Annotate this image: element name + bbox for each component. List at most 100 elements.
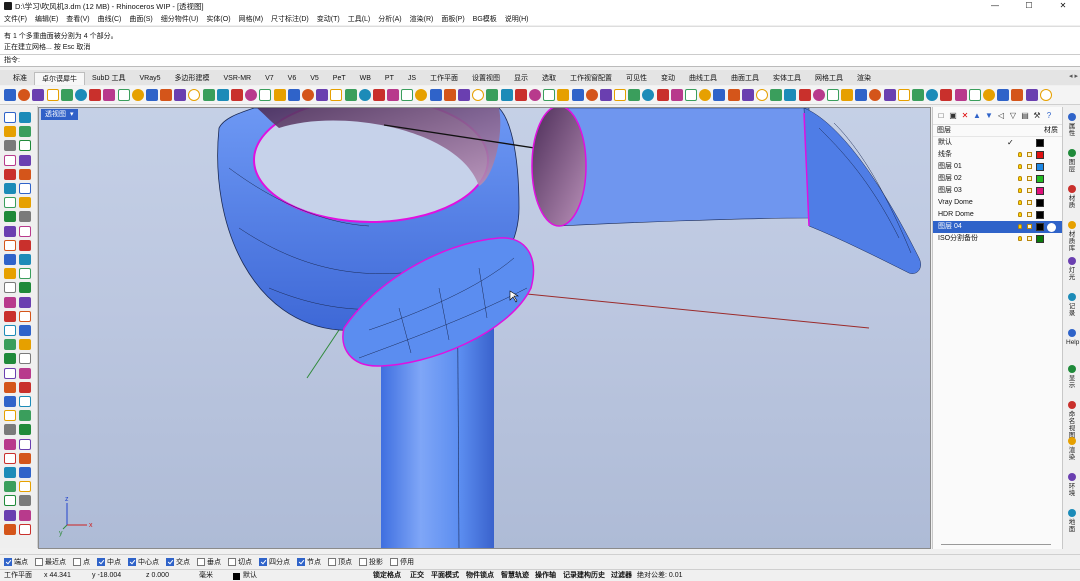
layer-color-swatch[interactable]: [1036, 199, 1044, 207]
maximize-button[interactable]: ☐: [1012, 0, 1046, 12]
layer-row[interactable]: 图层 04: [933, 221, 1062, 233]
close-button[interactable]: ✕: [1046, 0, 1080, 12]
left-tool-icon[interactable]: [4, 452, 16, 464]
left-tool-icon[interactable]: [4, 225, 16, 237]
toolbar-tool-icon[interactable]: [4, 89, 16, 101]
left-tool-icon[interactable]: [4, 154, 16, 166]
toolbar-tool-icon[interactable]: [330, 89, 343, 101]
toolbar-tool-icon[interactable]: [727, 89, 740, 101]
toolbar-tool-icon[interactable]: [231, 89, 243, 101]
move-down-icon[interactable]: ▼: [985, 111, 993, 120]
toolbar-tool-icon[interactable]: [642, 89, 655, 101]
left-tool-icon[interactable]: [4, 410, 16, 422]
toolbar-tool-icon[interactable]: [940, 89, 953, 101]
left-tool-icon[interactable]: [19, 367, 31, 379]
move-out-icon[interactable]: ◁: [997, 111, 1005, 120]
layer-tools-icon[interactable]: ▤: [1021, 111, 1029, 120]
osnap-checkbox[interactable]: [197, 557, 205, 566]
toolbar-tool-icon[interactable]: [358, 89, 371, 101]
model-scene[interactable]: z x y: [39, 108, 931, 549]
lock-icon[interactable]: [1027, 188, 1032, 193]
tab-solid-tools[interactable]: 实体工具: [766, 72, 808, 85]
layer-color-swatch[interactable]: [1036, 235, 1044, 243]
viewport-title-tab[interactable]: 透视图 ▾: [41, 109, 78, 120]
side-tab-label[interactable]: 环境: [1066, 483, 1078, 497]
osnap-checkbox[interactable]: [259, 557, 267, 566]
left-tool-icon[interactable]: [4, 396, 16, 407]
osnap-option[interactable]: 切点: [228, 557, 252, 567]
tab-scroll-arrows[interactable]: ◂ ▸: [1069, 72, 1078, 80]
osnap-checkbox[interactable]: [128, 557, 136, 566]
toolbar-tool-icon[interactable]: [997, 89, 1010, 101]
tab-cplanes[interactable]: 工作平面: [423, 72, 465, 85]
toolbar-tool-icon[interactable]: [500, 89, 513, 101]
layer-color-swatch[interactable]: [1036, 211, 1044, 219]
lock-icon[interactable]: [1027, 176, 1032, 181]
menu-dimension[interactable]: 尺寸标注(D): [271, 14, 309, 24]
layer-color-swatch[interactable]: [1036, 175, 1044, 183]
menu-solid[interactable]: 实体(O): [206, 14, 230, 24]
left-tool-icon[interactable]: [19, 481, 31, 493]
left-tool-icon[interactable]: [19, 239, 31, 251]
toggle-record-history[interactable]: 记录建构历史: [563, 570, 605, 581]
left-tool-icon[interactable]: [19, 452, 31, 464]
visibility-bulb-icon[interactable]: [1018, 152, 1022, 157]
toolbar-tool-icon[interactable]: [543, 89, 556, 101]
osnap-option[interactable]: 交点: [166, 557, 190, 567]
toggle-planar[interactable]: 平面模式: [431, 570, 459, 581]
tab-pet[interactable]: PeT: [326, 72, 353, 85]
toolbar-tool-icon[interactable]: [926, 89, 939, 101]
left-tool-icon[interactable]: [19, 211, 31, 223]
toolbar-tool-icon[interactable]: [528, 89, 541, 101]
tab-display[interactable]: 显示: [507, 72, 535, 85]
menu-transform[interactable]: 变动(T): [317, 14, 340, 24]
osnap-checkbox[interactable]: [228, 557, 236, 566]
layer-row[interactable]: Vray Dome: [933, 197, 1062, 209]
side-tab-label[interactable]: 属性: [1066, 123, 1078, 137]
osnap-checkbox[interactable]: [35, 557, 43, 566]
left-tool-icon[interactable]: [4, 126, 16, 138]
left-tool-icon[interactable]: [19, 467, 31, 478]
toolbar-tool-icon[interactable]: [628, 89, 641, 101]
visibility-bulb-icon[interactable]: [1018, 188, 1022, 193]
toolbar-tool-icon[interactable]: [188, 89, 201, 101]
left-tool-icon[interactable]: [19, 438, 31, 450]
side-tab-label[interactable]: 命名视图: [1066, 411, 1078, 439]
toolbar-tool-icon[interactable]: [46, 89, 59, 101]
left-tool-icon[interactable]: [4, 495, 16, 507]
layer-row[interactable]: ISO分割备份: [933, 233, 1062, 245]
toolbar-tool-icon[interactable]: [103, 89, 116, 101]
osnap-option[interactable]: 中点: [97, 557, 121, 567]
lock-icon[interactable]: [1027, 200, 1032, 205]
horizontal-scrollbar[interactable]: [941, 544, 1051, 545]
new-sublayer-icon[interactable]: ▣: [949, 111, 957, 120]
tab-curve-tools[interactable]: 曲线工具: [682, 72, 724, 85]
left-tool-icon[interactable]: [19, 310, 31, 322]
layer-row[interactable]: 图层 01: [933, 161, 1062, 173]
left-tool-icon[interactable]: [4, 367, 16, 379]
osnap-option[interactable]: 垂点: [197, 557, 221, 567]
side-tab-label[interactable]: 记录: [1066, 303, 1078, 317]
osnap-option[interactable]: 端点: [4, 557, 28, 567]
toolbar-tool-icon[interactable]: [826, 89, 839, 101]
toolbar-tool-icon[interactable]: [316, 89, 329, 101]
toolbar-tool-icon[interactable]: [117, 89, 130, 101]
visibility-bulb-icon[interactable]: [1018, 236, 1022, 241]
side-tab-label[interactable]: 渲染: [1066, 447, 1078, 461]
layer-color-swatch[interactable]: [1036, 139, 1044, 147]
visibility-bulb-icon[interactable]: [1018, 200, 1022, 205]
left-tool-icon[interactable]: [4, 183, 16, 194]
layer-color-swatch[interactable]: [1036, 223, 1044, 231]
left-tool-icon[interactable]: [4, 168, 16, 180]
toolbar-tool-icon[interactable]: [160, 89, 173, 101]
menu-surface[interactable]: 曲面(S): [129, 14, 152, 24]
toggle-ortho[interactable]: 正交: [410, 570, 424, 581]
tab-v7[interactable]: V7: [258, 72, 281, 85]
lock-icon[interactable]: [1027, 236, 1032, 241]
toolbar-tool-icon[interactable]: [855, 89, 868, 101]
tab-subd-tools[interactable]: SubD 工具: [85, 72, 132, 85]
menu-panels[interactable]: 面板(P): [441, 14, 464, 24]
tab-vray5[interactable]: VRay5: [132, 72, 167, 85]
toolbar-tool-icon[interactable]: [912, 89, 924, 101]
osnap-option[interactable]: 四分点: [259, 557, 290, 567]
